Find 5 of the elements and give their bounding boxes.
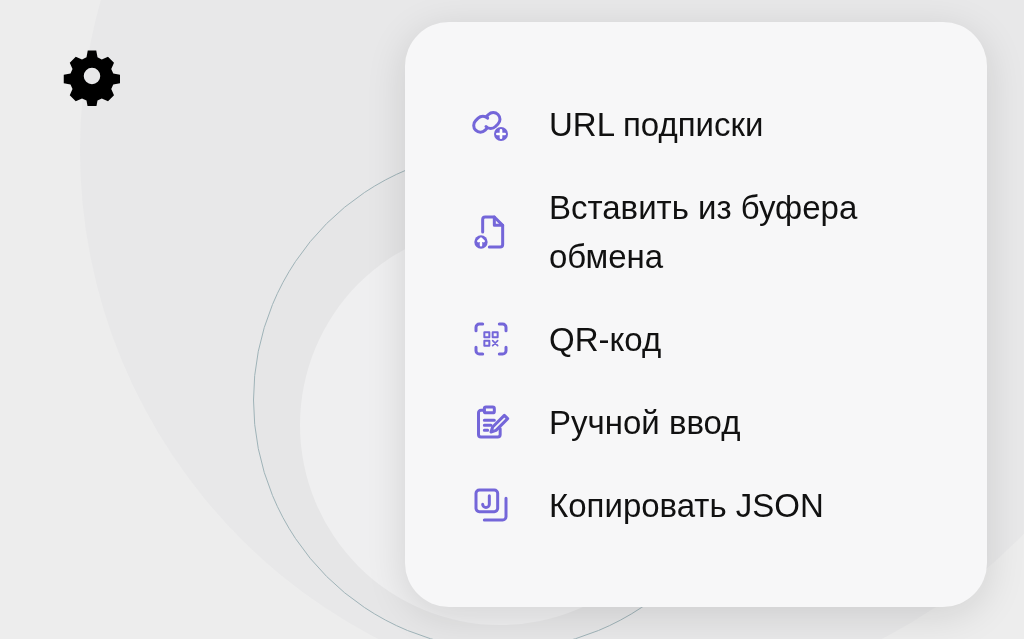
menu-item[interactable]: URL подписки — [469, 99, 947, 149]
menu-item[interactable]: Копировать JSON — [469, 480, 947, 530]
menu-item[interactable]: QR-код — [469, 314, 947, 364]
menu-item[interactable]: Ручной ввод — [469, 397, 947, 447]
menu-item[interactable]: Вставить из буфера обмена — [469, 182, 947, 281]
